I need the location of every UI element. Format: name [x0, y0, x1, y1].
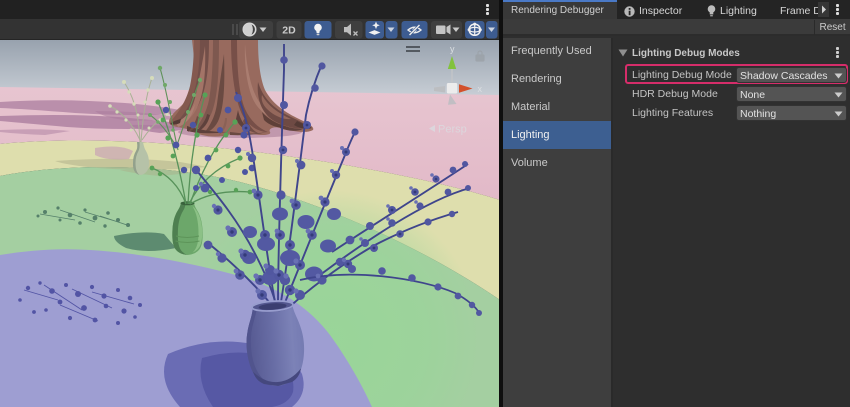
svg-text:x: x	[478, 84, 483, 94]
svg-text:y: y	[450, 44, 455, 54]
svg-text:Persp: Persp	[438, 124, 467, 136]
svg-text:2D: 2D	[282, 25, 296, 37]
